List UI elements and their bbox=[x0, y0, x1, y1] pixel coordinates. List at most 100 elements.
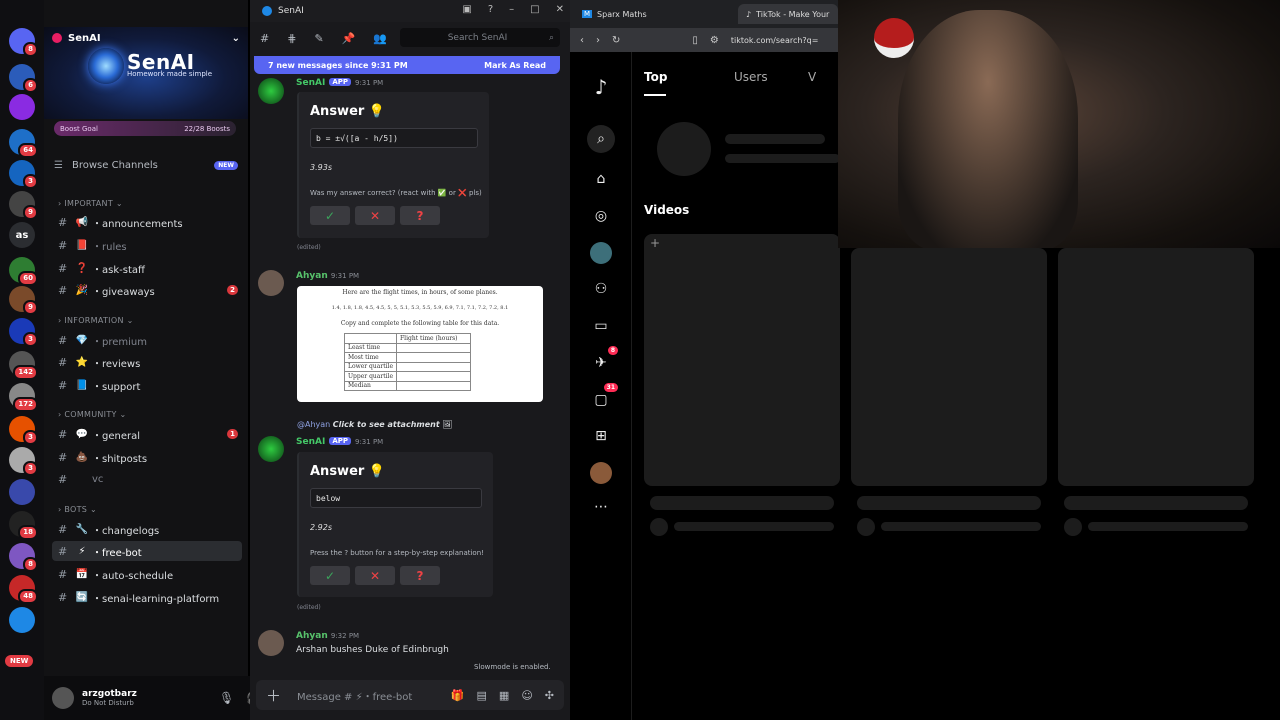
channel-senai-learning-platform[interactable]: # 🔄 ・senai-learning-platform bbox=[52, 587, 242, 607]
user-avatar[interactable] bbox=[258, 270, 284, 296]
minimize-icon[interactable]: – bbox=[509, 4, 514, 15]
server-icon-4[interactable]: 3 bbox=[9, 160, 38, 189]
more-icon[interactable]: ⋯ bbox=[590, 496, 612, 518]
server-icon-9[interactable]: 3 bbox=[9, 318, 38, 347]
server-icon-10[interactable]: 142 bbox=[9, 351, 38, 380]
microphone-icon[interactable]: 🎙 bbox=[219, 691, 234, 705]
mark-read-button[interactable]: Mark As Read bbox=[484, 61, 546, 70]
bookmark-icon[interactable]: ▯ bbox=[692, 35, 698, 46]
correct-button[interactable]: ✓ bbox=[310, 206, 350, 225]
bot-avatar[interactable] bbox=[258, 436, 284, 462]
reply-text[interactable]: Click to see attachment bbox=[333, 420, 440, 429]
server-icon-8[interactable]: 9 bbox=[9, 286, 38, 315]
tab-top[interactable]: Top bbox=[644, 70, 667, 84]
server-icon-15[interactable]: 18 bbox=[9, 511, 38, 540]
server-icon-12[interactable]: 3 bbox=[9, 416, 38, 445]
tab-videos[interactable]: V bbox=[808, 70, 816, 84]
friends-icon[interactable]: ⚇ bbox=[590, 278, 612, 300]
correct-button[interactable]: ✓ bbox=[310, 566, 350, 585]
add-attachment-icon[interactable]: ＋ bbox=[266, 685, 281, 706]
server-icon-14[interactable] bbox=[9, 479, 35, 505]
wrong-button[interactable]: ✕ bbox=[355, 566, 395, 585]
home-icon[interactable]: ⌂ bbox=[590, 168, 612, 190]
category-important[interactable]: › IMPORTANT ⌄ bbox=[58, 199, 123, 208]
boost-goal-bar[interactable]: Boost Goal 22/28 Boosts bbox=[54, 121, 236, 136]
new-messages-bar[interactable]: 7 new messages since 9:31 PM Mark As Rea… bbox=[254, 56, 560, 74]
channel-free-bot[interactable]: # ⚡ ・free-bot bbox=[52, 541, 242, 561]
tab-sparx[interactable]: M Sparx Maths bbox=[574, 4, 734, 24]
reload-icon[interactable]: ↻ bbox=[612, 35, 620, 46]
author-name[interactable]: SenAI APP 9:31 PM bbox=[296, 437, 383, 447]
attachment-image[interactable]: Here are the flight times, in hours, of … bbox=[297, 286, 543, 402]
inbox-icon[interactable]: ▣ bbox=[462, 4, 471, 15]
author-name[interactable]: Ahyan 9:32 PM bbox=[296, 631, 359, 641]
members-icon[interactable]: 👥 bbox=[373, 32, 387, 45]
server-icon-6[interactable]: as bbox=[9, 222, 35, 248]
channel-giveaways[interactable]: # 🎉 ・giveaways 2 bbox=[52, 280, 242, 300]
address-bar[interactable]: tiktok.com/search?q= bbox=[731, 36, 819, 45]
following-avatar-icon[interactable] bbox=[590, 242, 612, 264]
notification-icon[interactable]: ✎ bbox=[314, 32, 323, 45]
channel-reviews[interactable]: # ⭐ ・reviews bbox=[52, 352, 242, 372]
reply-mention[interactable]: @Ahyan bbox=[297, 420, 330, 429]
tab-users[interactable]: Users bbox=[734, 70, 768, 84]
channel-rules[interactable]: # 📕 ・rules bbox=[52, 235, 242, 255]
server-icon-11[interactable]: 172 bbox=[9, 383, 38, 412]
server-icon-17[interactable]: 48 bbox=[9, 575, 38, 604]
server-icon-2[interactable] bbox=[9, 94, 35, 120]
category-information[interactable]: › INFORMATION ⌄ bbox=[58, 316, 134, 325]
threads-icon[interactable]: ⋕ bbox=[287, 32, 296, 45]
gift-icon[interactable]: 🎁 bbox=[451, 689, 465, 702]
back-icon[interactable]: ‹ bbox=[580, 35, 584, 46]
channel-general[interactable]: # 💬 ・general 1 bbox=[52, 424, 242, 444]
server-icon-1[interactable]: 6 bbox=[9, 64, 38, 93]
user-avatar[interactable] bbox=[258, 630, 284, 656]
channel-shitposts[interactable]: # 💩 ・shitposts bbox=[52, 447, 242, 467]
chevron-down-icon[interactable]: ⌄ bbox=[232, 33, 240, 44]
live-icon[interactable]: ▭ bbox=[590, 315, 612, 337]
server-icon-3[interactable]: 64 bbox=[9, 129, 38, 158]
wrong-button[interactable]: ✕ bbox=[355, 206, 395, 225]
bot-avatar[interactable] bbox=[258, 78, 284, 104]
channel-announcements[interactable]: # 📢 ・announcements bbox=[52, 212, 242, 232]
gif-icon[interactable]: ▤ bbox=[477, 689, 487, 702]
profile-avatar-icon[interactable] bbox=[590, 462, 612, 484]
sticker-icon[interactable]: ▦ bbox=[499, 689, 509, 702]
channel-vc[interactable]: # vc bbox=[52, 469, 242, 489]
server-icon-16[interactable]: 8 bbox=[9, 543, 38, 572]
server-icon-18[interactable] bbox=[9, 607, 35, 633]
close-icon[interactable]: ✕ bbox=[556, 4, 564, 15]
server-icon-13[interactable]: 3 bbox=[9, 447, 38, 476]
emoji-icon[interactable]: ☺ bbox=[521, 689, 532, 702]
search-input[interactable]: Search SenAI ⌕ bbox=[400, 28, 560, 47]
apps-icon[interactable]: ✣ bbox=[545, 689, 554, 702]
server-icon-5[interactable]: 9 bbox=[9, 191, 38, 220]
messages-icon[interactable]: ✈ 8 bbox=[590, 346, 618, 374]
tab-tiktok[interactable]: ♪TikTok - Make Your Da bbox=[738, 4, 838, 24]
search-icon[interactable]: ⌕ bbox=[587, 125, 615, 153]
explain-button[interactable]: ? bbox=[400, 206, 440, 225]
channel-auto-schedule[interactable]: # 📅 ・auto-schedule bbox=[52, 564, 242, 584]
server-icon-0[interactable]: 8 bbox=[9, 28, 38, 57]
tiktok-logo-icon[interactable]: ♪ bbox=[590, 75, 612, 99]
explain-button[interactable]: ? bbox=[400, 566, 440, 585]
explore-icon[interactable]: ◎ bbox=[590, 205, 612, 227]
channel-premium[interactable]: # 💎 ・premium bbox=[52, 330, 242, 350]
channel-changelogs[interactable]: # 🔧 ・changelogs bbox=[52, 519, 242, 539]
category-community[interactable]: › COMMUNITY ⌄ bbox=[58, 410, 127, 419]
author-name[interactable]: Ahyan 9:31 PM bbox=[296, 271, 359, 281]
author-name[interactable]: SenAI APP 9:31 PM bbox=[296, 78, 383, 88]
reply-reference[interactable]: @Ahyan Click to see attachment 🖼 bbox=[297, 420, 452, 429]
message-composer[interactable]: ＋ Message # ⚡・free-bot 🎁 ▤ ▦ ☺ ✣ bbox=[256, 680, 564, 710]
maximize-icon[interactable]: □ bbox=[530, 4, 539, 15]
pin-icon[interactable]: 📌 bbox=[342, 32, 356, 45]
browse-channels[interactable]: ☰ Browse Channels NEW bbox=[54, 157, 238, 174]
avatar[interactable] bbox=[52, 687, 74, 709]
site-settings-icon[interactable]: ⚙ bbox=[710, 35, 719, 46]
server-header[interactable]: SenAI ⌄ bbox=[44, 28, 248, 48]
forward-icon[interactable]: › bbox=[596, 35, 600, 46]
inbox-icon[interactable]: ▢ 31 bbox=[590, 383, 618, 411]
upload-icon[interactable]: ⊞ bbox=[590, 425, 612, 447]
channel-ask-staff[interactable]: # ❓ ・ask-staff bbox=[52, 258, 242, 278]
help-icon[interactable]: ? bbox=[488, 4, 493, 15]
